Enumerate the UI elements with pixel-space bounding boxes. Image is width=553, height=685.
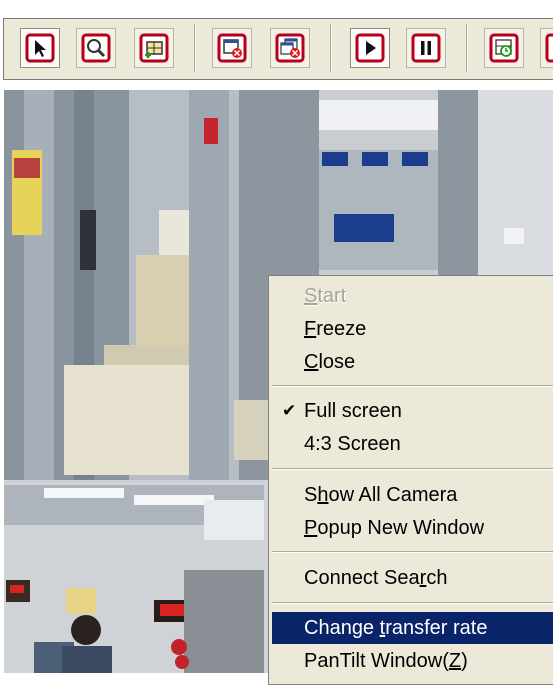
menu-separator: [272, 602, 553, 604]
menu-item-4-3-screen[interactable]: 4:3 Screen: [272, 428, 553, 460]
window-list-icon: [545, 33, 553, 63]
menu-item-popup-new-window[interactable]: Popup New Window: [272, 512, 553, 544]
menu-item-pantilt-window[interactable]: PanTilt Window(Z): [272, 645, 553, 677]
toolbar-separator: [466, 24, 468, 72]
record-schedule-button[interactable]: [484, 28, 524, 68]
zoom-button[interactable]: [76, 28, 116, 68]
menu-item-change-transfer-rate[interactable]: Change transfer rate: [272, 612, 553, 644]
select-pointer-button[interactable]: [20, 28, 60, 68]
magnifier-icon: [81, 33, 111, 63]
context-menu: Start Freeze Close ✔ Full screen 4:3 Scr…: [268, 275, 553, 685]
pause-button[interactable]: [406, 28, 446, 68]
window-close-icon: [217, 33, 247, 63]
menu-item-show-all-camera[interactable]: Show All Camera: [272, 479, 553, 511]
toolbar-separator: [194, 24, 196, 72]
play-icon: [355, 33, 385, 63]
clock-window-icon: [489, 33, 519, 63]
close-all-windows-button[interactable]: [270, 28, 310, 68]
toolbar-separator: [330, 24, 332, 72]
toolbar: [0, 0, 553, 86]
checkmark-icon: ✔: [282, 401, 297, 420]
menu-separator: [272, 468, 553, 470]
multi-window-close-icon: [275, 33, 305, 63]
menu-separator: [272, 551, 553, 553]
menu-item-start[interactable]: Start: [272, 280, 553, 312]
menu-item-full-screen[interactable]: ✔ Full screen: [272, 395, 553, 427]
menu-item-close[interactable]: Close: [272, 346, 553, 378]
play-button[interactable]: [350, 28, 390, 68]
next-toolbar-button[interactable]: [540, 28, 553, 68]
pause-icon: [411, 33, 441, 63]
arrow-pointer-icon: [25, 33, 55, 63]
menu-item-connect-search[interactable]: Connect Search: [272, 562, 553, 594]
close-window-button[interactable]: [212, 28, 252, 68]
add-camera-button[interactable]: [134, 28, 174, 68]
menu-item-freeze[interactable]: Freeze: [272, 313, 553, 345]
menu-separator: [272, 385, 553, 387]
camera-add-icon: [139, 33, 169, 63]
